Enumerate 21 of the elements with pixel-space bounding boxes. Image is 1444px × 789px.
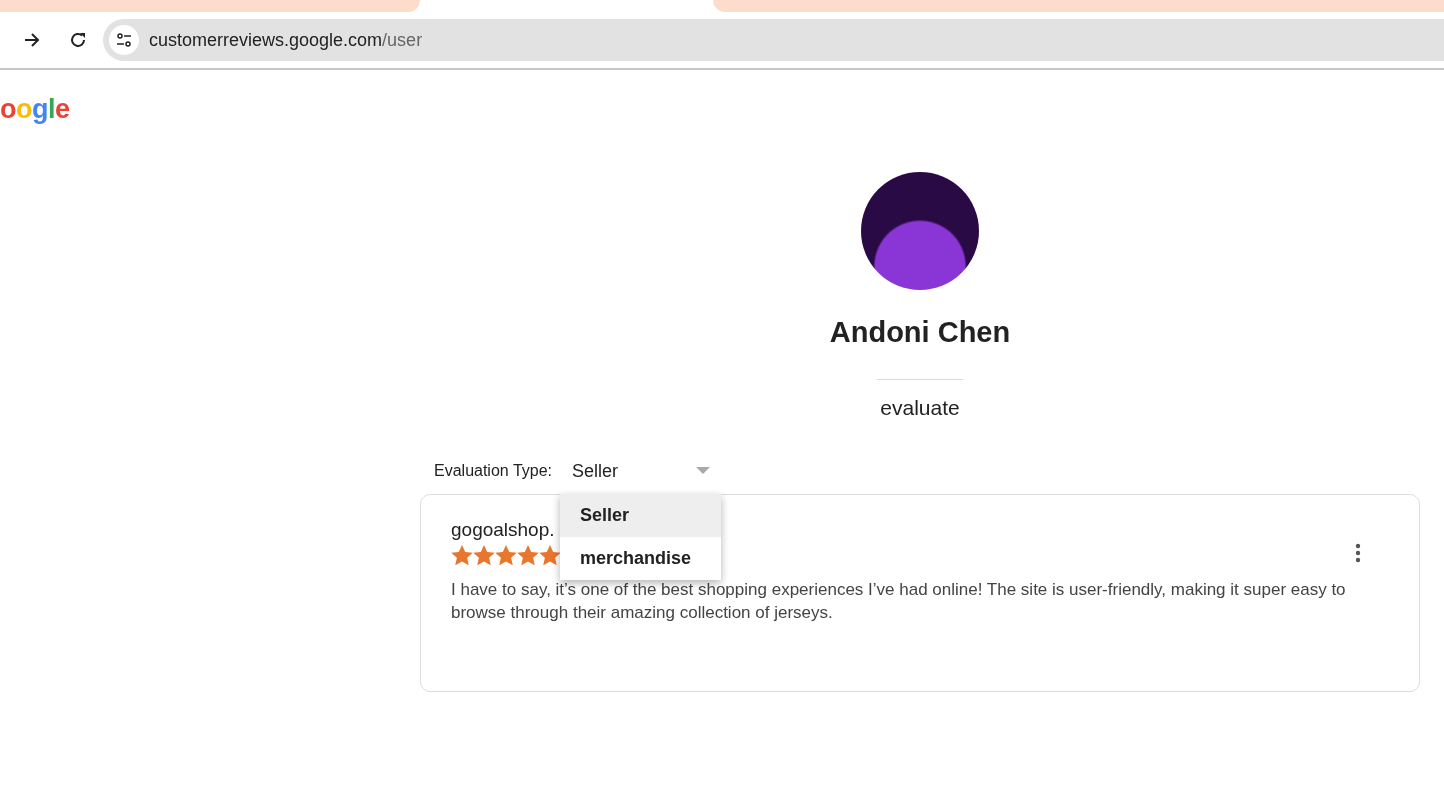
star-icon [517, 545, 539, 566]
evaluation-type-dropdown[interactable]: Seller [572, 460, 712, 482]
dropdown-option[interactable]: merchandise [560, 537, 721, 580]
star-icon [451, 545, 473, 566]
reload-icon[interactable] [69, 31, 87, 49]
star-icon [539, 545, 561, 566]
section-title: evaluate [880, 396, 960, 420]
dropdown-option[interactable]: Seller [560, 494, 721, 537]
star-icon [473, 545, 495, 566]
more-options-icon[interactable] [1355, 542, 1361, 563]
url-text[interactable]: customerreviews.google.com/user [149, 29, 423, 51]
forward-icon[interactable] [23, 31, 41, 49]
caret-icon [696, 467, 710, 475]
profile-name: Andoni Chen [829, 316, 1011, 349]
star-icon [495, 545, 517, 566]
site-settings-icon[interactable] [109, 25, 139, 55]
merchant-name[interactable]: gogoalshop. [451, 519, 561, 541]
address-bar[interactable]: customerreviews.google.com/user [103, 19, 1444, 61]
review-text: I have to say, it’s one of the best shopping experiences I’ve had online! The site is user-friendly, making it super easy to browse through their amazing collection of jerseys. [451, 579, 1347, 624]
filter-label: Evaluation Type: [434, 462, 552, 480]
google-logo[interactable]: oogle [0, 94, 1444, 132]
